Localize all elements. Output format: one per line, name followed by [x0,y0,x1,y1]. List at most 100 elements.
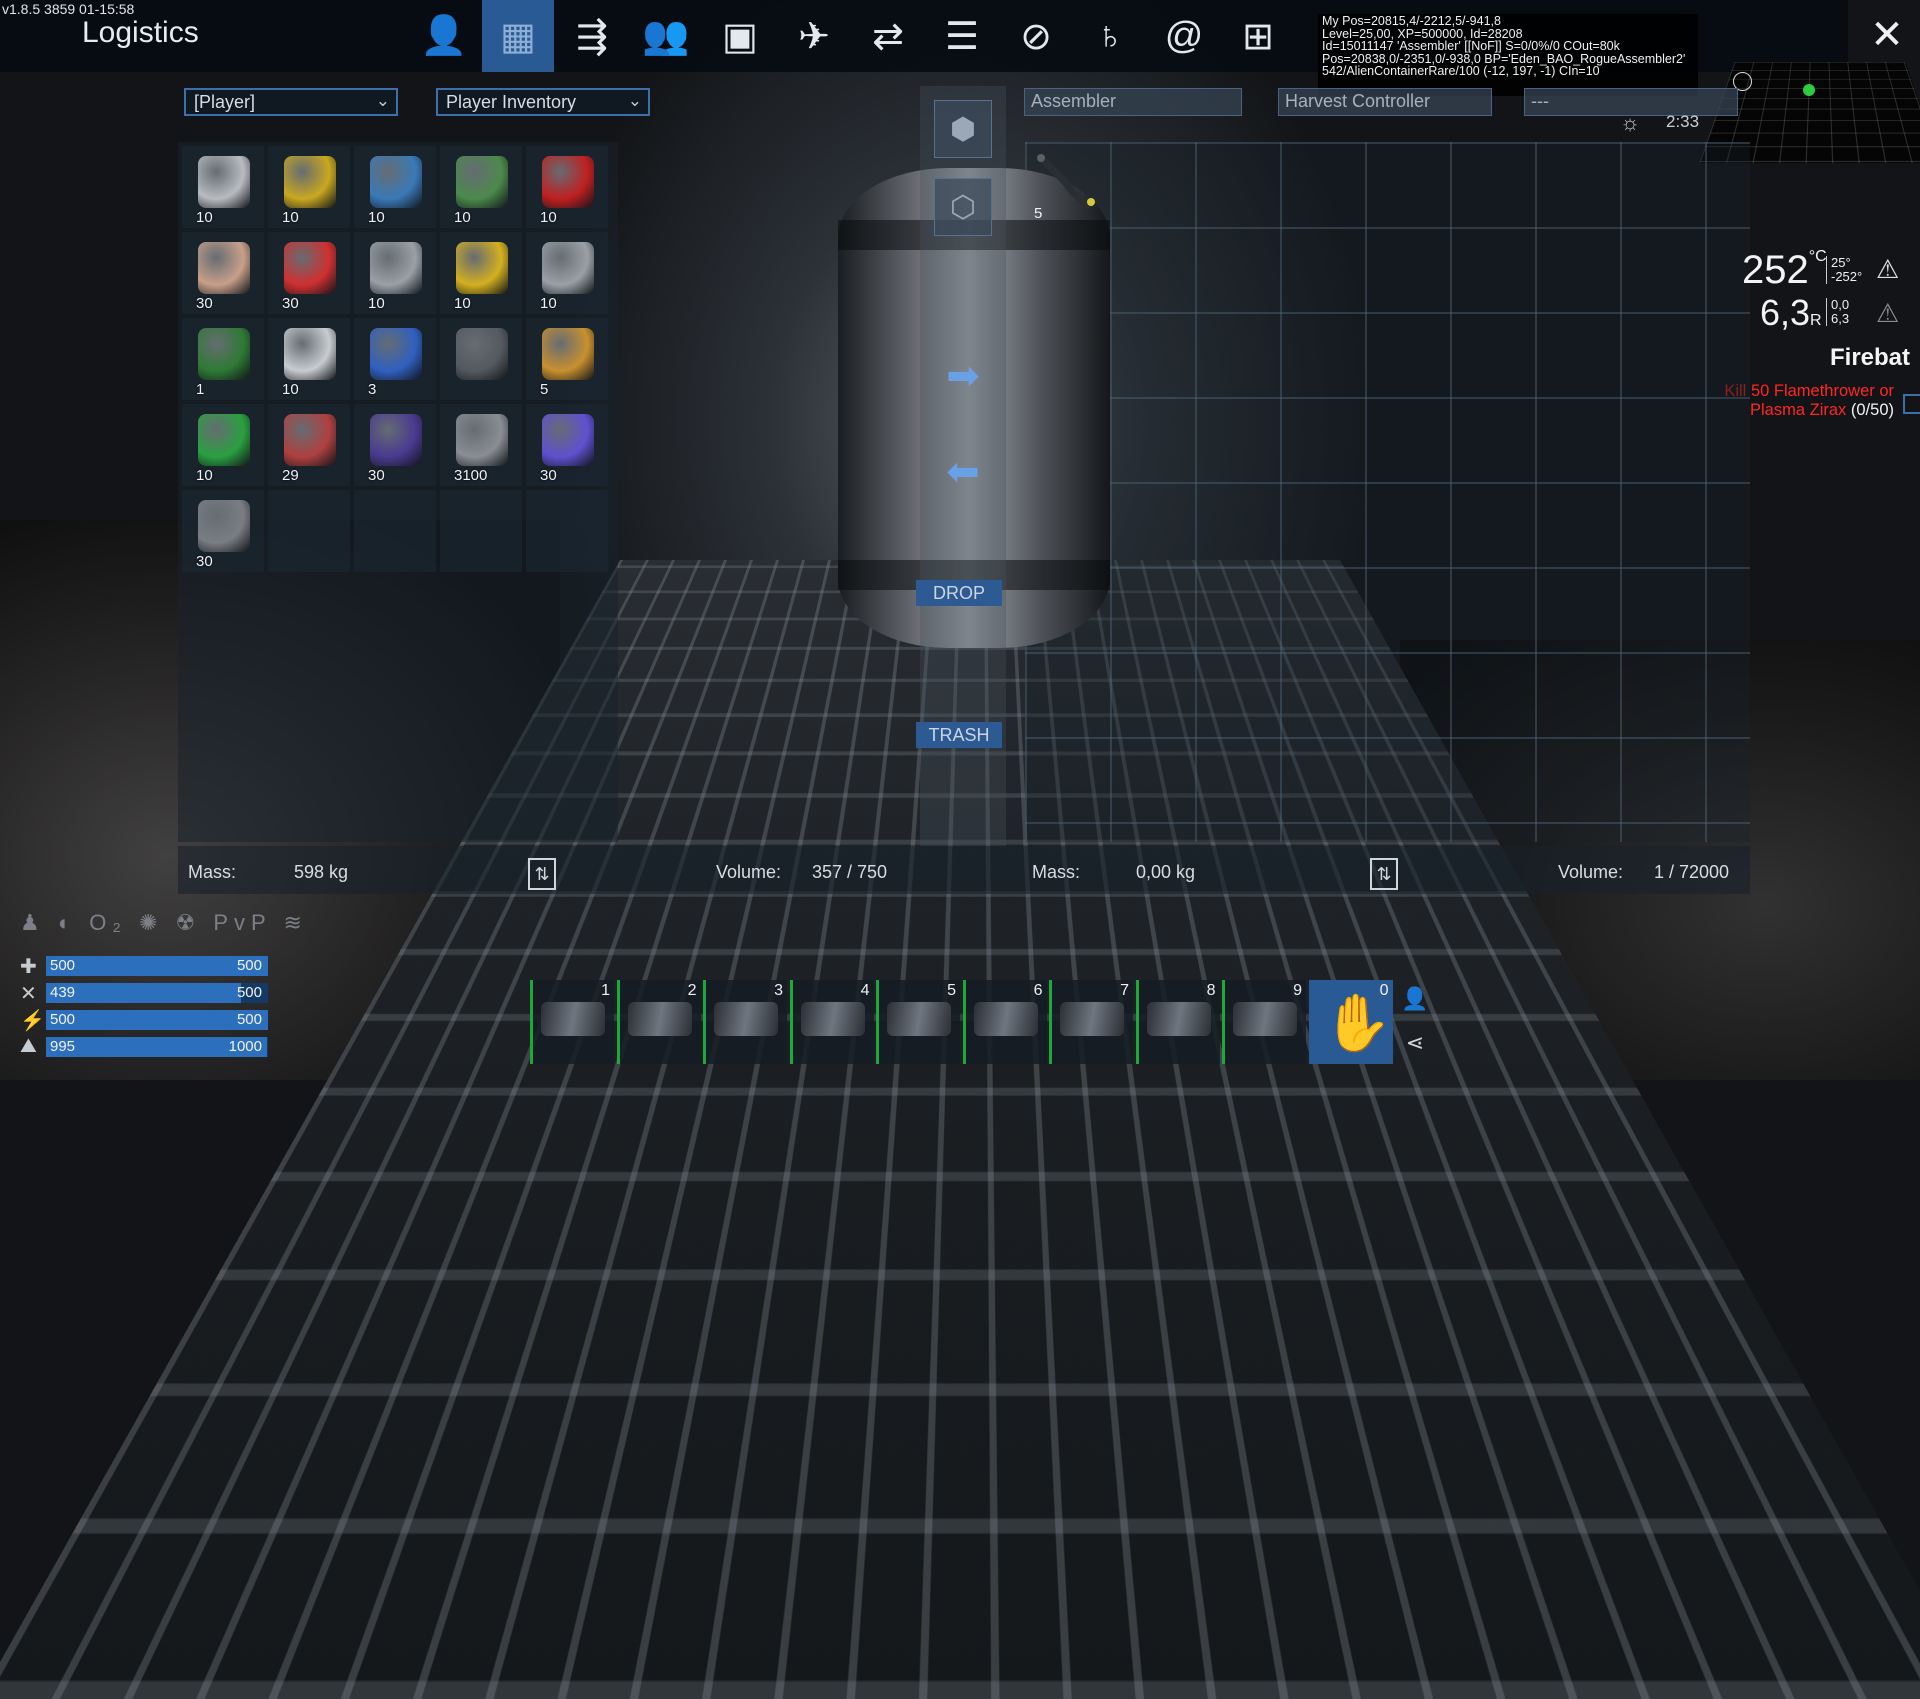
hotbar-slot[interactable]: 9 [1222,980,1306,1064]
time-label: 2:33 [1666,112,1699,132]
inventory-slot[interactable] [440,490,522,572]
inventory-slot[interactable]: 1 [182,318,264,400]
inventory-slot[interactable] [440,318,522,400]
inventory-slot[interactable]: 10 [268,318,350,400]
exchange-icon[interactable]: ⇄ [852,0,924,72]
planet-icon[interactable]: ♄ [1074,0,1146,72]
volume-label: Volume: [1558,862,1623,883]
item-icon[interactable] [1035,150,1103,210]
hotbar-slot-number: 2 [688,982,697,1000]
inventory-slot[interactable]: 10 [182,146,264,228]
inventory-slot[interactable]: 10 [440,232,522,314]
grab-all-icon[interactable]: ⬢ [934,100,992,158]
food-current: 439 [50,984,75,1001]
vehicle-icon[interactable]: ✈ [778,0,850,72]
share-icon[interactable]: ⋖ [1398,1026,1432,1060]
inventory-slot[interactable]: 10 [526,232,608,314]
drop-button[interactable]: DROP [916,580,1002,606]
hotbar-slot[interactable]: 1 [530,980,614,1064]
weapon-icon [541,1002,605,1036]
item-count: 5 [540,381,548,398]
hotbar-slot[interactable]: 3 [703,980,787,1064]
item-count: 29 [282,467,299,484]
mission-checkbox[interactable] [1903,394,1920,414]
inventory-slot[interactable]: 10 [526,146,608,228]
inventory-slot[interactable]: 3100 [440,404,522,486]
temperature-range: 25° -252° [1826,256,1862,284]
arrow-left-icon[interactable]: ⬅ [938,452,988,492]
item-count: 3100 [454,467,487,484]
volume-label: Volume: [716,862,781,883]
close-icon[interactable]: ✕ [1862,10,1912,60]
inventory-select[interactable]: Player Inventory ⌄ [436,88,650,116]
inventory-slot[interactable]: 10 [354,232,436,314]
item-icon [456,156,508,208]
player-icon[interactable]: 👤 [408,0,480,72]
temperature-max: 25° [1831,256,1862,270]
stamina-current: 500 [50,1011,75,1028]
health-current: 500 [50,957,75,974]
mass-value: 598 kg [294,862,348,883]
inventory-slot[interactable]: 5 [526,318,608,400]
inventory-slot[interactable]: 30 [526,404,608,486]
trash-button[interactable]: TRASH [916,722,1002,748]
item-icon [198,500,250,552]
inventory-slot[interactable] [268,490,350,572]
health-max: 500 [237,957,262,974]
player-icon[interactable]: 👤 [1398,982,1432,1016]
item-icon [370,414,422,466]
logistics-icon[interactable]: ▦ [482,0,554,72]
inventory-slot[interactable]: 30 [268,232,350,314]
temperature-min: -252° [1831,270,1862,284]
item-icon [198,242,250,294]
inventory-slot[interactable]: 30 [182,232,264,314]
inventory-slot[interactable]: 29 [268,404,350,486]
inventory-slot[interactable]: 30 [182,490,264,572]
sort-button[interactable]: ⇅ [528,858,556,890]
inventory-slot[interactable]: 3 [354,318,436,400]
inventory-slot[interactable] [354,490,436,572]
inventory-slot[interactable]: 10 [268,146,350,228]
hotbar-slot[interactable]: 6 [963,980,1047,1064]
radiation-a: 0,0 [1831,298,1849,312]
hotbar-slot[interactable]: 4 [790,980,874,1064]
sort-button[interactable]: ⇅ [1370,858,1398,890]
galaxy-icon[interactable]: @ [1148,0,1220,72]
item-count: 3 [368,381,376,398]
device-name-field[interactable]: Assembler [1024,88,1242,116]
inventory-footer [178,846,1750,894]
list-icon[interactable]: ☰ [926,0,998,72]
hotbar-slot[interactable]: 2 [617,980,701,1064]
weapon-icon [1060,1002,1124,1036]
arrow-right-icon[interactable]: ➡ [938,356,988,396]
controller-field[interactable]: Harvest Controller [1278,88,1492,116]
stamina-bar: 500 500 [46,1010,268,1030]
owner-select[interactable]: [Player] ⌄ [184,88,398,116]
hotbar-slot[interactable]: 7 [1049,980,1133,1064]
sort-icon[interactable]: ⬡ [934,178,992,236]
window-icon[interactable]: ▣ [704,0,776,72]
debug-info: My Pos=20815,4/-2212,5/-941,8 Level=25,0… [1318,14,1698,96]
hotbar-slot[interactable]: ✋ 0 [1309,980,1393,1064]
hotbar-slot[interactable]: 5 [876,980,960,1064]
health-icon: ✚ [20,954,37,979]
radiation-b: 6,3 [1831,312,1849,326]
inventory-slot[interactable]: 10 [182,404,264,486]
item-icon [284,242,336,294]
inventory-slot[interactable]: 10 [440,146,522,228]
inventory-slot[interactable]: 30 [354,404,436,486]
item-icon [542,242,594,294]
hotbar-slot-number: 7 [1120,982,1129,1000]
settings-icon[interactable]: ⊞ [1222,0,1294,72]
hotbar-slot-number: 5 [947,982,956,1000]
debug-line: My Pos=20815,4/-2212,5/-941,8 [1322,15,1694,28]
inventory-slot[interactable]: 10 [354,146,436,228]
faction-icon[interactable]: 👥 [630,0,702,72]
item-count: 10 [454,295,471,312]
radiation-unit: R [1810,312,1822,329]
tech-tree-icon[interactable]: ⇶ [556,0,628,72]
hotbar-slot[interactable]: 8 [1136,980,1220,1064]
compass-icon[interactable]: ⊘ [1000,0,1072,72]
inventory-slot[interactable] [526,490,608,572]
radiation-range: 0,0 6,3 [1826,298,1849,326]
